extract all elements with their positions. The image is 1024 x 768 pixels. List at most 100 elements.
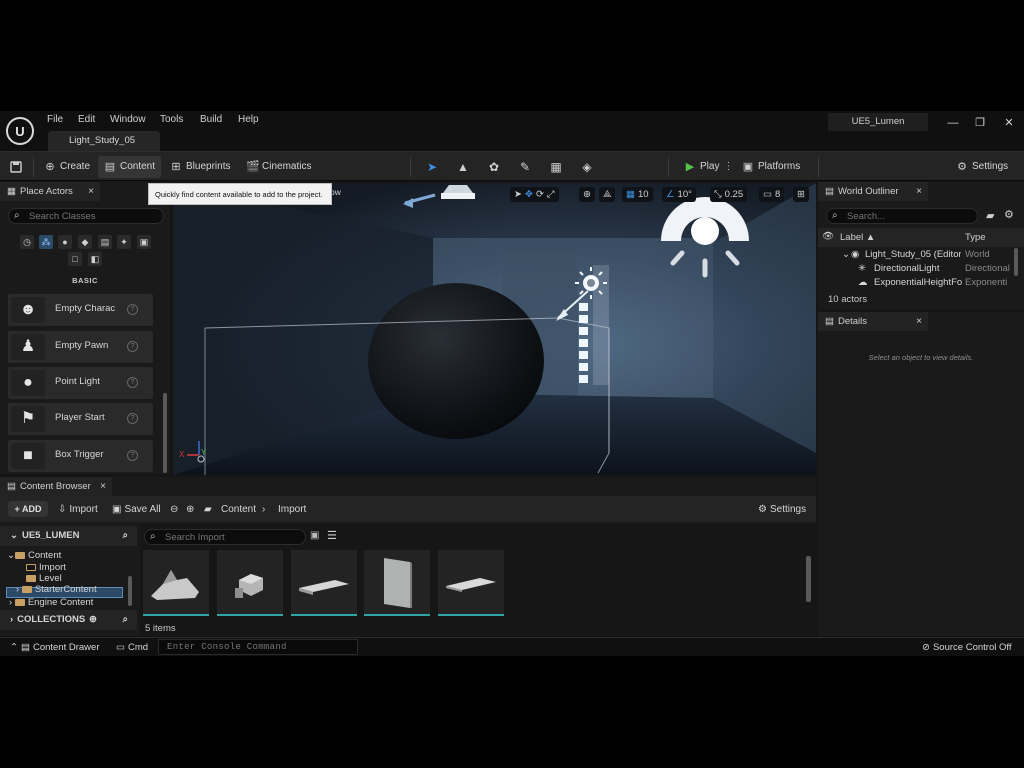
close-window-icon[interactable]: ✕ xyxy=(1001,115,1017,131)
mesh-paint-mode-icon[interactable]: ✎ xyxy=(518,160,532,174)
collections-header[interactable]: › COLLECTIONS ⊕ ⌕ xyxy=(0,610,137,630)
save-icon[interactable] xyxy=(10,160,22,174)
search-icon[interactable]: ⌕ xyxy=(123,610,128,630)
close-tab-icon[interactable]: × xyxy=(916,182,922,201)
cinematic-category-icon[interactable]: ▤ xyxy=(98,235,112,249)
help-icon[interactable]: ? xyxy=(127,377,138,388)
details-tab[interactable]: ▤ Details × xyxy=(818,312,928,331)
asset-tile-block[interactable] xyxy=(217,550,283,616)
scrollbar[interactable] xyxy=(163,393,167,473)
search-classes-field[interactable]: ⌕ xyxy=(8,208,164,224)
label-column-header[interactable]: Label ▲ xyxy=(840,232,875,243)
actor-item[interactable]: ⚑ Player Start ? xyxy=(8,403,153,435)
back-button[interactable]: ⊖ xyxy=(170,502,178,516)
world-local-toggle[interactable]: ⊕ xyxy=(579,187,595,202)
menu-edit[interactable]: Edit xyxy=(78,114,95,125)
rotate-tool-icon[interactable]: ⟳ xyxy=(536,187,544,202)
minimize-icon[interactable]: — xyxy=(945,115,961,131)
menu-build[interactable]: Build xyxy=(200,114,222,125)
gear-icon[interactable]: ⚙ xyxy=(1004,208,1014,221)
cmd-button[interactable]: ▭ Cmd xyxy=(116,642,148,653)
unreal-logo-icon[interactable]: U xyxy=(6,117,34,145)
actor-item[interactable]: ● Point Light ? xyxy=(8,367,153,399)
help-icon[interactable]: ? xyxy=(127,413,138,424)
tree-item[interactable]: Import xyxy=(26,562,66,573)
foliage-mode-icon[interactable]: ✿ xyxy=(487,160,501,174)
maximize-icon[interactable]: ❐ xyxy=(972,115,988,131)
create-button[interactable]: ⊕ Create xyxy=(44,160,90,174)
add-collection-icon[interactable]: ⊕ xyxy=(89,610,97,630)
tree-item[interactable]: › Engine Content xyxy=(9,597,93,608)
settings-button[interactable]: ⚙ Settings xyxy=(956,160,1008,174)
search-icon[interactable]: ⌕ xyxy=(123,526,128,546)
outliner-search-field[interactable]: ⌕ xyxy=(826,208,978,224)
level-document-tab[interactable]: Light_Study_05 xyxy=(48,131,160,151)
content-button[interactable]: ▤ Content xyxy=(104,160,155,174)
camera-speed-control[interactable]: ▭ 8 xyxy=(759,187,785,202)
surface-snap-toggle[interactable]: ⟁ xyxy=(599,187,616,202)
viewport-layout-button[interactable]: ⊞ xyxy=(793,187,809,202)
tree-item[interactable]: Level xyxy=(26,573,62,584)
menu-help[interactable]: Help xyxy=(238,114,259,125)
actor-item[interactable]: ■ Box Trigger ? xyxy=(8,440,153,472)
brush-edit-mode-icon[interactable]: ◈ xyxy=(580,160,594,174)
select-tool-icon[interactable]: ➤ xyxy=(514,187,522,202)
play-button[interactable]: ▶ Play ⋮ xyxy=(684,160,734,174)
tree-item[interactable]: › StarterContent xyxy=(16,584,97,595)
world-outliner-tab[interactable]: ▤ World Outliner × xyxy=(818,182,928,201)
content-drawer-button[interactable]: ⌃ ▤ Content Drawer xyxy=(10,642,99,653)
landscape-mode-icon[interactable]: ▲ xyxy=(456,160,470,174)
type-column-header[interactable]: Type xyxy=(965,232,986,243)
add-button[interactable]: + ADD xyxy=(8,501,48,517)
scale-snap-control[interactable]: ⤡ 0.25 xyxy=(710,187,748,202)
cb-settings-button[interactable]: ⚙ Settings xyxy=(758,502,806,516)
geometry-category-icon[interactable]: ▣ xyxy=(137,235,151,249)
asset-tile-plate[interactable] xyxy=(438,550,504,616)
level-viewport[interactable]: X Y ➤ ✥ ⟳ ⤢ ⊕ ⟁ ▦ 10 ∠ 10° ⤡ 0.25 ▭ 8 ⊞ xyxy=(173,183,816,475)
asset-search-field[interactable]: ⌕ xyxy=(144,529,306,545)
basic-category-icon[interactable]: ⁂ xyxy=(39,235,53,249)
tree-item[interactable]: ⌄ Content xyxy=(7,550,61,561)
menu-file[interactable]: File xyxy=(47,114,63,125)
actor-item[interactable]: ☻ Empty Charac ? xyxy=(8,294,153,326)
rotation-snap-control[interactable]: ∠ 10° xyxy=(662,187,696,202)
lights-category-icon[interactable]: ● xyxy=(58,235,72,249)
volumes-category-icon[interactable]: □ xyxy=(68,252,82,266)
close-tab-icon[interactable]: × xyxy=(916,312,922,331)
outliner-row[interactable]: ✳ DirectionalLight Directional xyxy=(818,262,1024,276)
visual-effects-category-icon[interactable]: ✦ xyxy=(117,235,131,249)
forward-button[interactable]: ⊕ xyxy=(186,502,194,516)
close-tab-icon[interactable]: × xyxy=(100,477,106,496)
scrollbar[interactable] xyxy=(128,576,132,606)
console-command-input[interactable] xyxy=(159,640,349,654)
scale-tool-icon[interactable]: ⤢ xyxy=(547,187,555,202)
outliner-search-input[interactable] xyxy=(847,210,975,222)
save-search-icon[interactable]: ▣ xyxy=(310,530,319,541)
search-classes-input[interactable] xyxy=(29,210,159,222)
project-header[interactable]: ⌄ UE5_LUMEN ⌕ xyxy=(0,526,137,546)
play-options-icon[interactable]: ⋮ xyxy=(723,160,733,174)
asset-search-input[interactable] xyxy=(165,531,303,543)
scrollbar[interactable] xyxy=(806,556,811,602)
asset-tile-panel[interactable] xyxy=(364,550,430,616)
place-actors-tab[interactable]: ▦ Place Actors × xyxy=(0,182,100,201)
console-command-field[interactable] xyxy=(158,639,358,655)
asset-tile-slab[interactable] xyxy=(291,550,357,616)
help-icon[interactable]: ? xyxy=(127,450,138,461)
actor-item[interactable]: ♟ Empty Pawn ? xyxy=(8,331,153,363)
content-browser-tab[interactable]: ▤ Content Browser × xyxy=(0,477,112,496)
menu-tools[interactable]: Tools xyxy=(160,114,183,125)
source-control-button[interactable]: ⊘ Source Control Off xyxy=(922,642,1011,653)
platforms-button[interactable]: ▣ Platforms xyxy=(742,160,800,174)
breadcrumb-content[interactable]: Content xyxy=(221,502,256,516)
save-all-button[interactable]: ▣ Save All xyxy=(112,502,161,516)
all-classes-category-icon[interactable]: ◧ xyxy=(88,252,102,266)
breadcrumb-import[interactable]: Import xyxy=(278,502,306,516)
asset-tile-rock[interactable] xyxy=(143,550,209,616)
outliner-row[interactable]: ⌄ ◉ Light_Study_05 (Editor World xyxy=(818,248,1024,262)
import-button[interactable]: ⇩ Import xyxy=(58,502,98,516)
select-mode-icon[interactable]: ➤ xyxy=(425,160,439,174)
grid-snap-control[interactable]: ▦ 10 xyxy=(622,187,653,202)
outliner-row[interactable]: ☁ ExponentialHeightFo Exponenti xyxy=(818,276,1024,290)
filter-icon[interactable]: ☰ xyxy=(327,529,337,542)
